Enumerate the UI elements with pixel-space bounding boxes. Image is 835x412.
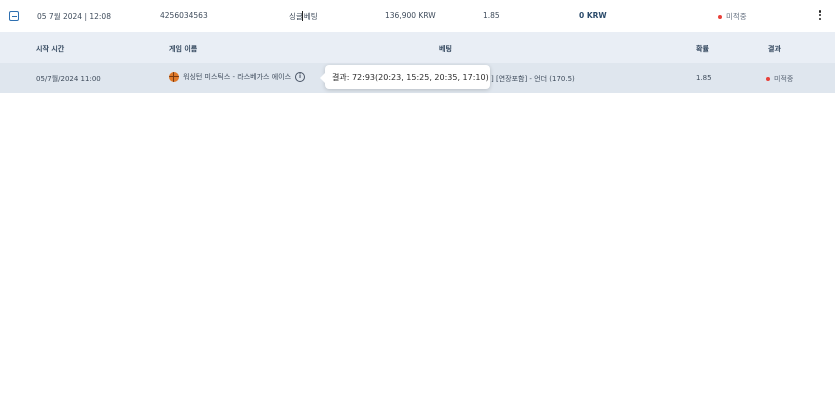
score-tooltip: 결과: 72:93(20:23, 15:25, 20:35, 17:10) xyxy=(320,65,490,89)
info-icon[interactable]: i xyxy=(295,72,306,82)
text-cursor-icon xyxy=(301,11,303,21)
bet-type-part1: 싱글 xyxy=(289,12,303,21)
basketball-icon xyxy=(169,72,179,82)
bet-stake: 136,900 KRW xyxy=(385,11,436,20)
bet-odds: 1.85 xyxy=(483,11,500,20)
header-result: 결과 xyxy=(768,45,781,53)
header-start-time: 시작 시간 xyxy=(36,45,65,53)
detail-result-label: 미적중 xyxy=(774,75,794,83)
status-dot-icon xyxy=(718,14,722,19)
header-probability: 확률 xyxy=(696,45,709,53)
detail-probability: 1.85 xyxy=(696,74,712,82)
header-bet: 베팅 xyxy=(439,45,452,53)
bet-type: 싱글베팅 xyxy=(289,11,318,22)
bet-row: 05 7월 2024 | 12:08 4256034563 싱글베팅 136,9… xyxy=(0,0,835,32)
bet-type-part2: 베팅 xyxy=(303,12,318,21)
detail-bet: ] [연장포함] - 언더 (170.5) xyxy=(491,75,575,83)
bet-winnings: 0 KRW xyxy=(579,11,607,20)
detail-game-name: 워싱턴 미스틱스 - 라스베가스 에이스 xyxy=(183,73,292,81)
detail-header: 시작 시간 게임 이름 베팅 확률 결과 xyxy=(0,32,835,63)
collapse-button[interactable] xyxy=(9,11,19,21)
header-game-name: 게임 이름 xyxy=(169,45,198,53)
bet-id: 4256034563 xyxy=(160,11,208,20)
bet-status-label: 미적중 xyxy=(726,12,747,21)
minus-icon xyxy=(11,15,17,17)
more-options-icon[interactable] xyxy=(817,8,823,22)
result-dot-icon xyxy=(766,77,770,81)
detail-start-time: 05/7월/2024 11:00 xyxy=(36,75,101,83)
detail-result: 미적중 xyxy=(766,74,793,84)
bet-status: 미적중 xyxy=(718,11,747,22)
bet-datetime: 05 7월 2024 | 12:08 xyxy=(37,12,111,21)
tooltip-text: 결과: 72:93(20:23, 15:25, 20:35, 17:10) xyxy=(332,72,489,82)
detail-game: 워싱턴 미스틱스 - 라스베가스 에이스 i xyxy=(169,72,306,82)
